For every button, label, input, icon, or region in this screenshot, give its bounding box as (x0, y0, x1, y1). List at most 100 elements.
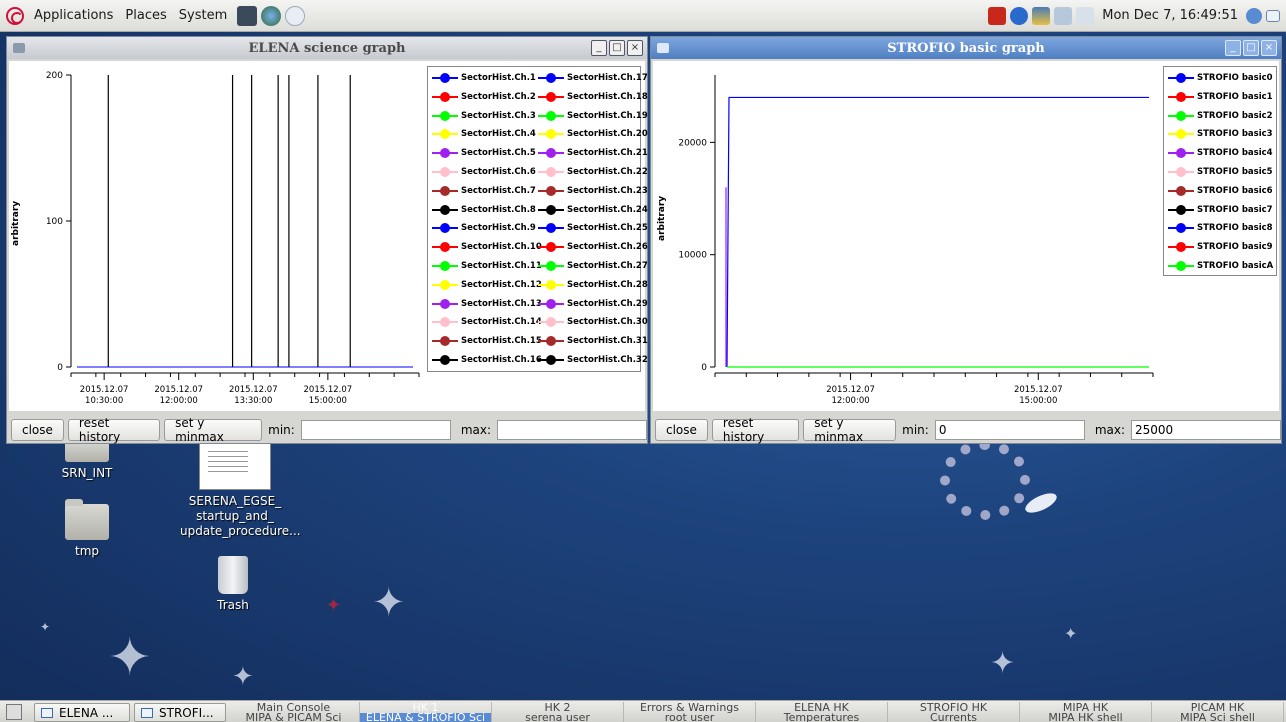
min-input[interactable] (300, 420, 451, 440)
legend-label: SectorHist.Ch.27 (567, 261, 648, 271)
clock[interactable]: Mon Dec 7, 16:49:51 (1098, 8, 1242, 23)
workspace-8[interactable]: PICAM HK MIPA Sci shell (1152, 702, 1284, 722)
trash-icon (218, 556, 248, 594)
legend-label: SectorHist.Ch.28 (567, 279, 648, 290)
legend-swatch (1168, 73, 1194, 83)
max-input[interactable] (1131, 420, 1281, 440)
legend-item: SectorHist.Ch.15 (432, 334, 542, 348)
desktop-icon-tmp[interactable]: tmp (32, 499, 142, 559)
legend-item: STROFIO basicA (1168, 259, 1273, 273)
min-input[interactable] (934, 420, 1085, 440)
workspace-subtitle: root user (664, 711, 715, 722)
desktop-icon-trash[interactable]: Trash (178, 556, 288, 613)
places-menu[interactable]: Places (119, 8, 172, 23)
legend-swatch (432, 148, 458, 159)
legend-label: SectorHist.Ch.10 (461, 242, 542, 253)
strofio-titlebar[interactable]: STROFIO basic graph _ □ × (651, 37, 1281, 59)
workspace-3[interactable]: HK 2 serena user (492, 702, 624, 722)
task-elena[interactable]: ELENA ... (34, 703, 130, 722)
legend-item: STROFIO basic2 (1168, 109, 1273, 123)
legend-swatch (432, 73, 458, 83)
elena-window[interactable]: ELENA science graph _ □ × arbitrary 0 100… (6, 36, 648, 444)
volume-icon[interactable] (1246, 7, 1262, 24)
reset-history-button[interactable]: reset history (67, 416, 161, 444)
desktop-icon-srn-int[interactable]: SRN_INT (32, 435, 142, 481)
workspace-7[interactable]: MIPA HK MIPA HK shell (1020, 702, 1152, 722)
legend-item: SectorHist.Ch.21 (538, 146, 648, 160)
workspace-subtitle: Currents (929, 711, 978, 722)
legend-label: SectorHist.Ch.22 (567, 167, 648, 177)
show-windows-icon[interactable] (1266, 9, 1280, 22)
legend-swatch (538, 148, 564, 159)
reset-history-button[interactable]: reset history (711, 416, 800, 444)
set-y-minmax-button[interactable]: set y minmax (803, 416, 897, 444)
desktop-icon-procedure-doc[interactable]: SERENA_EGSE_ startup_and_ update_procedu… (180, 442, 301, 539)
legend-swatch (432, 91, 458, 102)
close-button[interactable]: close (11, 419, 64, 441)
x-tick-label: 2015.12.07 (826, 385, 875, 395)
close-button[interactable]: close (655, 419, 708, 441)
workspace-5[interactable]: ELENA HK Temperatures (756, 702, 888, 722)
debian-swirl-icon[interactable] (6, 6, 24, 25)
workspace-2[interactable]: HK 1 ELENA & STROFIO Sci (360, 702, 492, 722)
window-menu-icon[interactable] (13, 43, 25, 53)
task-strofio[interactable]: STROFI... (134, 703, 226, 722)
legend-item: STROFIO basic9 (1168, 240, 1273, 254)
star-decoration: ✦ (326, 595, 342, 616)
workspace-subtitle: MIPA Sci shell (1180, 711, 1255, 722)
minimize-icon[interactable]: _ (591, 40, 607, 56)
legend-swatch (1168, 91, 1194, 102)
legend-item: SectorHist.Ch.6 (432, 165, 536, 179)
window-menu-icon[interactable] (657, 43, 669, 53)
applications-menu[interactable]: Applications (28, 8, 119, 23)
y-tick-label: 20000 (678, 138, 707, 148)
y-tick-label: 0 (57, 363, 63, 373)
workspace-6[interactable]: STROFIO HK Currents (888, 702, 1020, 722)
maximize-icon[interactable]: □ (1243, 40, 1259, 56)
minimize-icon[interactable]: _ (1225, 40, 1241, 56)
elena-titlebar[interactable]: ELENA science graph _ □ × (7, 37, 647, 59)
legend-item: SectorHist.Ch.20 (538, 127, 648, 141)
legend-label: SectorHist.Ch.25 (567, 223, 648, 234)
legend-label: STROFIO basic1 (1197, 91, 1273, 102)
show-desktop-icon[interactable] (6, 704, 22, 720)
set-y-minmax-button[interactable]: set y minmax (164, 416, 263, 444)
maximize-icon[interactable]: □ (609, 40, 625, 56)
legend-label: STROFIO basic4 (1197, 148, 1273, 159)
close-icon[interactable]: × (627, 40, 643, 56)
legend-label: SectorHist.Ch.6 (461, 167, 536, 177)
email-launcher-icon[interactable] (285, 5, 306, 26)
legend-label: SectorHist.Ch.11 (461, 261, 542, 271)
update-notifier-icon[interactable] (988, 6, 1007, 25)
legend-item: STROFIO basic1 (1168, 90, 1273, 104)
workspace-4[interactable]: Errors & Warnings root user (624, 702, 756, 722)
y-tick-label: 100 (46, 217, 63, 227)
legend-item: SectorHist.Ch.22 (538, 165, 648, 179)
max-label: max: (460, 423, 491, 437)
strofio-window[interactable]: STROFIO basic graph _ □ × arbitrary 0 100… (650, 36, 1282, 444)
legend-label: SectorHist.Ch.23 (567, 185, 648, 196)
min-label: min: (268, 423, 295, 437)
workspace-subtitle: MIPA HK shell (1048, 711, 1123, 722)
legend-label: SectorHist.Ch.20 (567, 129, 648, 140)
close-icon[interactable]: × (1261, 40, 1277, 56)
legend-item: SectorHist.Ch.8 (432, 203, 536, 217)
legend-swatch (1168, 242, 1194, 253)
legend-swatch (538, 317, 564, 328)
clipboard-icon[interactable] (1076, 6, 1095, 25)
legend-item: SectorHist.Ch.14 (432, 315, 542, 329)
legend-item: SectorHist.Ch.11 (432, 259, 542, 273)
legend-swatch (1168, 204, 1194, 215)
workspace-subtitle: Temperatures (783, 711, 860, 722)
terminal-launcher-icon[interactable] (237, 5, 258, 26)
web-browser-launcher-icon[interactable] (261, 5, 282, 26)
y-tick-label: 10000 (678, 251, 707, 261)
legend-label: SectorHist.Ch.4 (461, 129, 536, 140)
workspace-1[interactable]: Main Console MIPA & PICAM Sci (228, 702, 360, 722)
legend-label: SectorHist.Ch.12 (461, 279, 542, 290)
network-icon[interactable] (1032, 6, 1051, 25)
search-icon[interactable] (1054, 6, 1073, 25)
system-menu[interactable]: System (173, 8, 233, 23)
accessibility-icon[interactable] (1010, 6, 1029, 25)
max-input[interactable] (497, 420, 647, 440)
